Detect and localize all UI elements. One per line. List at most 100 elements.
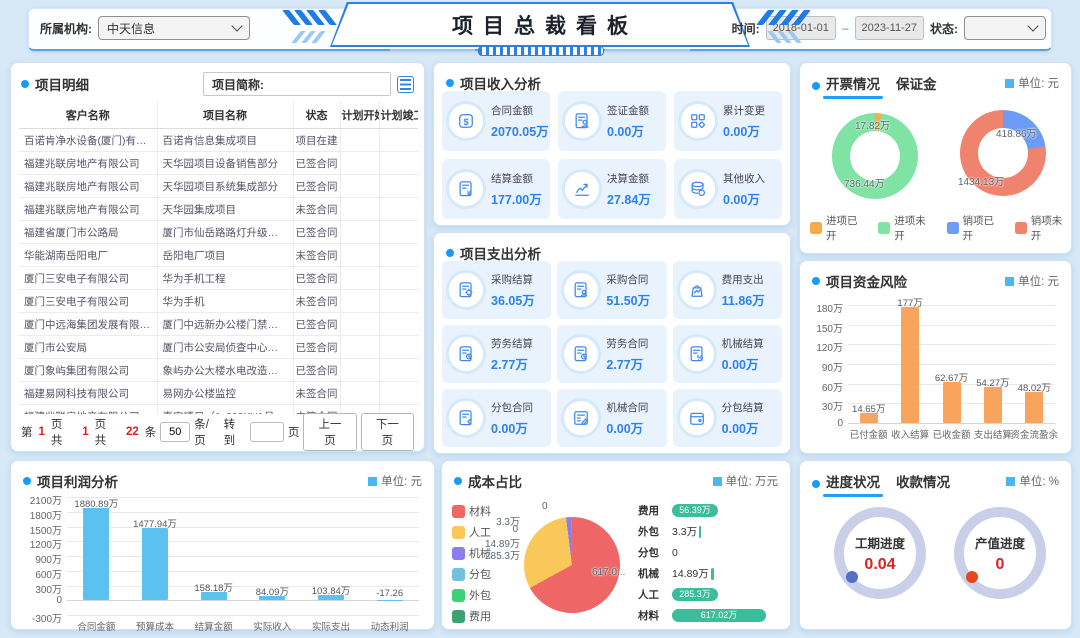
category-label: 实际支出 [305, 619, 357, 633]
legend-item[interactable]: 费用 [452, 608, 491, 624]
legend-item[interactable]: 进项已开 [810, 213, 866, 243]
table-row[interactable]: 厦门象屿集团有限公司象屿办公大楼水电改造项目已签合同 [19, 359, 418, 382]
panel-title: 项目收入分析 [446, 73, 541, 93]
subcontract-contract-icon [449, 401, 483, 435]
cell-plan-end [379, 152, 418, 175]
legend-label: 销项未开 [1031, 213, 1071, 243]
tab-deposit[interactable]: 保证金 [896, 73, 937, 93]
invoice-legend: 进项已开进项未开销项已开销项未开 [810, 213, 1071, 243]
chevron-down-icon [231, 20, 242, 31]
cell-plan-end [379, 267, 418, 290]
legend-swatch-icon [452, 568, 465, 581]
header-slash-deco-left [288, 10, 331, 25]
y-axis-tick: 0 [812, 418, 843, 429]
labor-settle-icon [449, 337, 483, 371]
cost-ratio-panel: 成本占比 单位: 万元 材料人工机械分包外包费用 0 3.3万 0 14.89万… [441, 460, 791, 630]
panel-title: 项目明细 [21, 74, 89, 94]
next-page-button[interactable]: 下一页 [361, 413, 414, 451]
org-select[interactable]: 中天信息 [98, 16, 250, 40]
org-select-value: 中天信息 [107, 20, 155, 37]
donut-label: 1434.13万 [958, 173, 1004, 188]
cell-plan-end [379, 382, 418, 405]
cost-name: 分包 [638, 545, 668, 560]
cell-project: 天华园项目设备销售部分 [157, 152, 293, 175]
bullet-icon [454, 477, 462, 485]
cell-project: 岳阳电厂项目 [157, 244, 293, 267]
card-label: 劳务结算 [491, 336, 533, 351]
project-table: 客户名称项目名称状态计划开始计划竣工百诺肯净水设备(厦门)有限公司百诺肯信息集成… [19, 101, 418, 414]
profit-bar-chart: 2100万1800万1500万1200万900万600万300万0-300万18… [21, 493, 426, 627]
cell-plan-start [340, 175, 379, 198]
bullet-icon [812, 480, 820, 488]
project-search-input[interactable] [268, 73, 390, 95]
cell-plan-end [379, 175, 418, 198]
cost-list-row: 材料617.02万 [638, 608, 784, 623]
tab-collection-status[interactable]: 收款情况 [896, 471, 950, 491]
gauge-value: 0 [996, 556, 1005, 574]
table-row[interactable]: 厦门三安电子有限公司华为手机工程已签合同 [19, 267, 418, 290]
contract-amount-icon: $ [449, 104, 483, 138]
bullet-icon [21, 80, 29, 88]
table-row[interactable]: 福建易网科技有限公司易网办公楼监控未签合同 [19, 382, 418, 405]
cell-plan-end [379, 198, 418, 221]
purchase-settle-icon [449, 273, 483, 307]
bullet-icon [446, 79, 454, 87]
table-row[interactable]: 福建兆联房地产有限公司天华园项目设备销售部分已签合同 [19, 152, 418, 175]
table-row[interactable]: 华能湖南岳阳电厂岳阳电厂项目未签合同 [19, 244, 418, 267]
table-row[interactable]: 福建兆联房地产有限公司惠安项目（1x800KVA吊臂柜）未签合同 [19, 405, 418, 415]
bullet-icon [23, 477, 31, 485]
table-row[interactable]: 厦门中远海集团发展有限公司厦门中远新办公楼门禁系统已签合同 [19, 313, 418, 336]
table-row[interactable]: 厦门三安电子有限公司华为手机未签合同 [19, 290, 418, 313]
unit-square-icon [713, 477, 722, 486]
list-icon[interactable] [397, 76, 414, 93]
unit-square-icon [368, 477, 377, 486]
table-row[interactable]: 百诺肯净水设备(厦门)有限公司百诺肯信息集成项目项目在建 [19, 129, 418, 152]
other-income-icon [681, 172, 715, 206]
date-to-input[interactable]: 2023-11-27 [855, 16, 924, 40]
status-select[interactable] [964, 16, 1046, 40]
table-row[interactable]: 福建兆联房地产有限公司天华园项目系统集成部分已签合同 [19, 175, 418, 198]
legend-label: 分包 [469, 566, 491, 582]
tab-progress-status[interactable]: 进度状况 [826, 471, 880, 497]
y-axis-tick: 1800万 [21, 507, 62, 522]
legend-item[interactable]: 分包 [452, 566, 491, 582]
panel-title-text: 项目资金风险 [826, 271, 907, 291]
card-value: 177.00万 [491, 189, 542, 208]
card-label: 其他收入 [723, 171, 765, 186]
legend-swatch-icon [810, 222, 822, 234]
stat-card: 分包合同0.00万 [442, 389, 551, 447]
unit-square-icon [1005, 79, 1014, 88]
table-row[interactable]: 厦门市公安局厦门市公安局侦查中心办公设...已签合同 [19, 336, 418, 359]
y-axis-tick: 150万 [812, 320, 843, 335]
card-label: 决算金额 [607, 171, 651, 186]
panel-title-text: 项目明细 [35, 74, 89, 94]
legend-item[interactable]: 销项已开 [947, 213, 1003, 243]
total-records: 22 [124, 426, 141, 438]
goto-page-input[interactable] [250, 422, 284, 442]
cell-project: 华为手机工程 [157, 267, 293, 290]
schedule-progress-gauge: 工期进度 0.04 [834, 507, 926, 599]
title-line-left [390, 49, 475, 51]
unit-badge: 单位: 万元 [713, 473, 778, 489]
legend-item[interactable]: 销项未开 [1015, 213, 1071, 243]
legend-item[interactable]: 外包 [452, 587, 491, 603]
cell-status: 已签合同 [293, 175, 340, 198]
table-row[interactable]: 福建省厦门市公路局厦门市仙岳路路灯升级改造项目已签合同 [19, 221, 418, 244]
card-label: 采购结算 [491, 272, 535, 287]
bar-value-label: 1880.89万 [66, 496, 126, 510]
tab-invoice-status[interactable]: 开票情况 [826, 73, 880, 99]
unit-text: 单位: 元 [1018, 75, 1059, 91]
prev-page-button[interactable]: 上一页 [303, 413, 356, 451]
category-label: 合同金额 [70, 619, 122, 633]
y-axis-tick: -300万 [21, 610, 62, 625]
table-row[interactable]: 福建兆联房地产有限公司天华园集成项目未签合同 [19, 198, 418, 221]
pager-text: 页 [288, 424, 300, 440]
cell-plan-start [340, 290, 379, 313]
panel-title: 项目支出分析 [446, 243, 541, 263]
page-size-input[interactable] [160, 422, 190, 442]
card-label: 分包合同 [491, 400, 533, 415]
expense-cards: 采购结算36.05万采购合同51.50万费用支出11.86万劳务结算2.77万劳… [442, 261, 782, 447]
cell-status: 已签合同 [293, 359, 340, 382]
cost-value: 0 [672, 547, 678, 559]
legend-item[interactable]: 进项未开 [878, 213, 934, 243]
